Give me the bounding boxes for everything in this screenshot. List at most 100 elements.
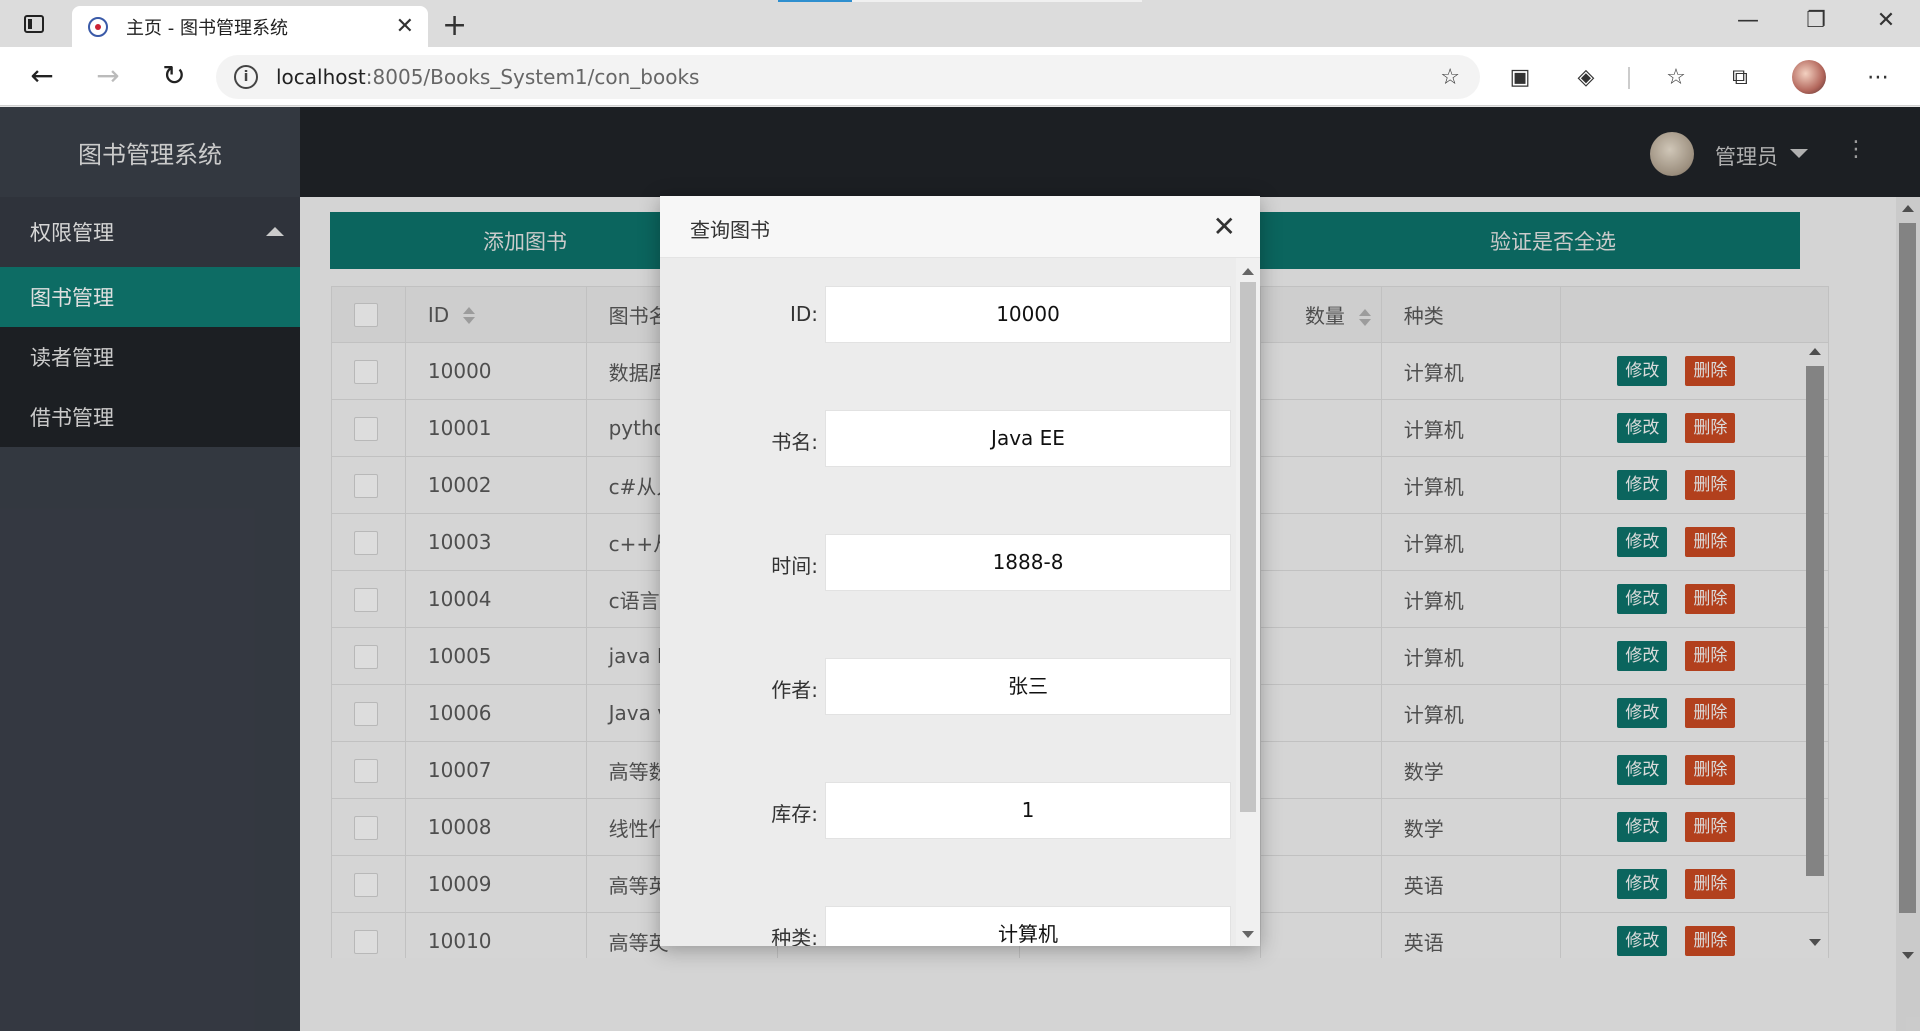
collapse-arrow-icon (266, 227, 284, 236)
edit-button[interactable]: 修改 (1617, 641, 1668, 671)
field-category: 种类: 计算机 (660, 906, 1240, 946)
row-checkbox[interactable] (354, 416, 378, 441)
check-all-button[interactable]: 验证是否全选 (1260, 212, 1800, 269)
user-avatar[interactable] (1650, 132, 1694, 176)
delete-button[interactable]: 删除 (1685, 356, 1736, 386)
author-input[interactable]: 张三 (825, 658, 1231, 715)
edit-button[interactable]: 修改 (1617, 869, 1668, 899)
id-input[interactable]: 10000 (825, 286, 1231, 343)
time-input[interactable]: 1888-8 (825, 534, 1231, 591)
row-checkbox[interactable] (354, 872, 378, 897)
stock-input[interactable]: 1 (825, 782, 1231, 839)
sidebar-item-books[interactable]: 图书管理 (0, 267, 300, 327)
row-actions: 修改 删除 (1560, 456, 1829, 514)
header-more-icon[interactable]: ⋮ (1845, 137, 1867, 162)
query-book-dialog: 查询图书 ✕ ID: 10000 书名: Java EE 时间: 1888-8 … (660, 196, 1260, 946)
row-checkbox[interactable] (354, 758, 378, 783)
tab-close-icon[interactable]: ✕ (396, 14, 414, 39)
page-scroll-thumb[interactable] (1899, 223, 1916, 913)
dialog-scrollbar[interactable] (1236, 258, 1260, 946)
table-scroll-thumb[interactable] (1806, 366, 1824, 876)
edit-button[interactable]: 修改 (1617, 698, 1668, 728)
window-close-icon[interactable]: ✕ (1866, 8, 1906, 33)
edit-button[interactable]: 修改 (1617, 356, 1668, 386)
row-select-cell (331, 855, 406, 913)
address-bar[interactable]: i localhost:8005/Books_System1/con_books… (216, 55, 1480, 99)
dialog-scroll-thumb[interactable] (1240, 282, 1256, 812)
sidebar-item-borrow[interactable]: 借书管理 (0, 387, 300, 447)
edit-button[interactable]: 修改 (1617, 584, 1668, 614)
add-favorite-icon[interactable]: ☆ (1440, 65, 1460, 90)
menu-group-permissions[interactable]: 权限管理 (0, 197, 300, 267)
check-all-label: 验证是否全选 (1490, 229, 1616, 254)
favorites-icon[interactable]: ☆ (1662, 63, 1690, 91)
row-checkbox[interactable] (354, 359, 378, 384)
edit-button[interactable]: 修改 (1617, 926, 1668, 956)
row-checkbox[interactable] (354, 473, 378, 498)
delete-button[interactable]: 删除 (1685, 812, 1736, 842)
page-scroll-down-icon[interactable] (1902, 952, 1914, 959)
user-dropdown-icon[interactable] (1790, 149, 1808, 158)
sidebar-item-readers[interactable]: 读者管理 (0, 327, 300, 387)
sort-icon[interactable] (463, 307, 476, 325)
collections-icon[interactable]: ⧉ (1726, 63, 1754, 91)
dialog-scroll-up-icon[interactable] (1242, 268, 1254, 275)
row-checkbox[interactable] (354, 530, 378, 555)
delete-button[interactable]: 删除 (1685, 470, 1736, 500)
new-tab-icon[interactable]: + (442, 8, 467, 43)
edit-button[interactable]: 修改 (1617, 812, 1668, 842)
tab-title: 主页 - 图书管理系统 (126, 17, 288, 39)
row-checkbox[interactable] (354, 815, 378, 840)
field-label: 时间: (771, 554, 818, 578)
forward-icon[interactable]: → (88, 61, 128, 91)
scroll-down-icon[interactable] (1809, 939, 1821, 946)
browser-tab-active[interactable]: 主页 - 图书管理系统 ✕ (72, 6, 428, 47)
row-checkbox[interactable] (354, 587, 378, 612)
dialog-close-icon[interactable]: ✕ (1213, 210, 1236, 243)
extension2-icon[interactable]: ◈ (1572, 63, 1600, 91)
row-category: 英语 (1380, 855, 1562, 913)
col-id[interactable]: ID (404, 286, 587, 343)
scroll-up-icon[interactable] (1809, 348, 1821, 355)
row-select-cell (331, 684, 406, 742)
delete-button[interactable]: 删除 (1685, 698, 1736, 728)
title-input[interactable]: Java EE (825, 410, 1231, 467)
select-all-checkbox[interactable] (354, 303, 378, 328)
extension-icon[interactable]: ▣ (1506, 63, 1534, 91)
site-info-icon[interactable]: i (234, 65, 258, 89)
row-category: 计算机 (1380, 684, 1562, 742)
more-menu-icon[interactable]: ⋯ (1864, 63, 1892, 91)
delete-button[interactable]: 删除 (1685, 413, 1736, 443)
delete-button[interactable]: 删除 (1685, 527, 1736, 557)
row-checkbox[interactable] (354, 644, 378, 669)
tab-actions-icon[interactable] (20, 12, 48, 36)
delete-button[interactable]: 删除 (1685, 869, 1736, 899)
page-scroll-up-icon[interactable] (1902, 205, 1914, 212)
delete-button[interactable]: 删除 (1685, 584, 1736, 614)
category-input[interactable]: 计算机 (825, 906, 1231, 946)
refresh-icon[interactable]: ↻ (154, 61, 194, 91)
delete-button[interactable]: 删除 (1685, 641, 1736, 671)
page-scrollbar[interactable] (1896, 197, 1920, 1031)
col-qty-label: 数量 (1304, 304, 1345, 328)
minimize-icon[interactable]: — (1728, 8, 1768, 33)
profile-avatar[interactable] (1792, 60, 1826, 94)
back-icon[interactable]: ← (22, 61, 62, 91)
edit-button[interactable]: 修改 (1617, 413, 1668, 443)
delete-button[interactable]: 删除 (1685, 755, 1736, 785)
col-qty[interactable]: 数量 (1259, 286, 1382, 343)
edit-button[interactable]: 修改 (1617, 527, 1668, 557)
col-actions (1560, 286, 1829, 343)
table-scrollbar[interactable] (1806, 348, 1824, 956)
restore-icon[interactable]: ❐ (1796, 8, 1836, 33)
edit-button[interactable]: 修改 (1617, 755, 1668, 785)
row-checkbox[interactable] (354, 929, 378, 954)
field-author: 作者: 张三 (660, 658, 1240, 715)
delete-button[interactable]: 删除 (1685, 926, 1736, 956)
url-text[interactable]: localhost:8005/Books_System1/con_books (276, 65, 699, 89)
edit-button[interactable]: 修改 (1617, 470, 1668, 500)
sort-icon[interactable] (1358, 308, 1371, 327)
row-checkbox[interactable] (354, 701, 378, 726)
dialog-scroll-down-icon[interactable] (1242, 931, 1254, 938)
user-name[interactable]: 管理员 (1715, 141, 1778, 171)
